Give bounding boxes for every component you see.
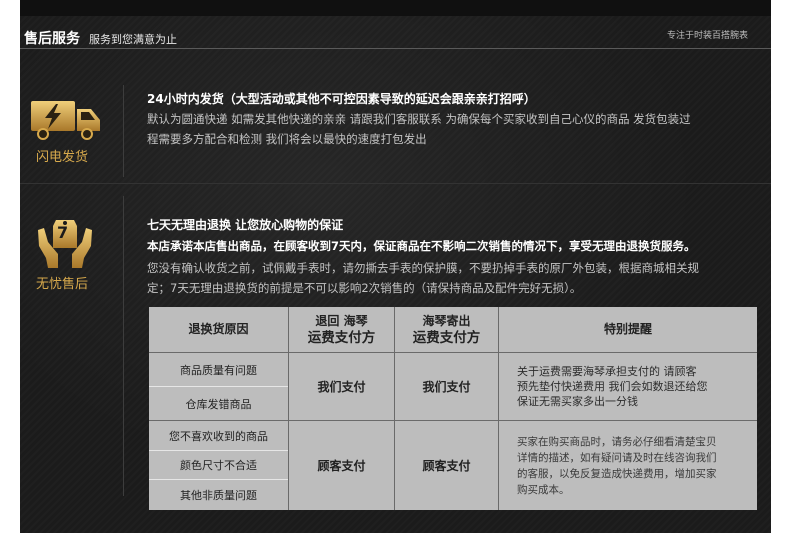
section2-divider: [123, 196, 124, 496]
group2-note-text: 买家在购买商品时，请务必仔细看清楚宝贝 详情的描述，如有疑问请及时在线咨询我们 …: [517, 434, 717, 498]
header-return-payer-top: 退回 海琴: [315, 313, 368, 328]
group2-note-line: 买家在购买商品时，请务必仔细看清楚宝贝: [517, 435, 717, 448]
group2-send-payer: 顾客支付: [395, 421, 499, 510]
group1-note-line: 预先垫付快递费用 我们会如数退还给您: [517, 380, 708, 393]
reason-non-quality-text: 其他非质量问题: [180, 489, 257, 502]
reason-non-quality: 其他非质量问题: [149, 480, 289, 510]
group1-note: 关于运费需要海琴承担支付的 请顾客 预先垫付快递费用 我们会如数退还给您 保证无…: [499, 353, 757, 421]
header-send-payer: 海琴寄出 运费支付方: [395, 307, 499, 353]
section-subtitle: 服务到您满意为止: [89, 33, 177, 46]
delivery-truck-icon: [29, 99, 103, 141]
header-send-payer-bottom: 运费支付方: [412, 329, 481, 346]
row-separator: [149, 479, 288, 480]
group2-note: 买家在购买商品时，请务必仔细看清楚宝贝 详情的描述，如有疑问请及时在线咨询我们 …: [499, 421, 757, 510]
reason-dislike-item-text: 您不喜欢收到的商品: [169, 429, 268, 443]
reason-quality-issue: 商品质量有问题: [149, 353, 289, 387]
group1-note-text: 关于运费需要海琴承担支付的 请顾客 预先垫付快递费用 我们会如数退还给您 保证无…: [517, 364, 708, 409]
reason-wrong-item: 仓库发错商品: [149, 387, 289, 421]
header-send-payer-top: 海琴寄出: [422, 313, 471, 328]
return-policy-table: 退换货原因 退回 海琴 运费支付方 海琴寄出 运费支付方 特别提醒 商品质量有问…: [149, 307, 757, 510]
group2-return-payer: 顾客支付: [289, 421, 395, 510]
reason-dislike-item: 您不喜欢收到的商品: [149, 421, 289, 451]
brand-tagline: 专注于时装百搭腕表: [666, 31, 748, 41]
section-separator: [20, 183, 771, 184]
delivery-text-line1: 默认为圆通快递 如需发其他快递的亲亲 请跟我们客服联系 为确保每个买家收到自己心…: [147, 112, 691, 126]
group1-send-payer: 我们支付: [395, 353, 499, 421]
reason-wrong-item-text: 仓库发错商品: [185, 397, 252, 411]
return-heading: 七天无理由退换 让您放心购物的保证: [147, 218, 344, 232]
worry-free-label: 无忧售后: [36, 277, 89, 292]
reason-size-color: 颜色尺寸不合适: [149, 451, 289, 480]
group1-return-payer-text: 我们支付: [317, 380, 366, 394]
fast-delivery-label: 闪电发货: [36, 150, 89, 165]
header-reason: 退换货原因: [149, 307, 289, 353]
group2-return-payer-text: 顾客支付: [317, 459, 366, 473]
delivery-text-line2: 程需要多方配合和检测 我们将会以最快的速度打包发出: [147, 132, 427, 146]
header-note: 特别提醒: [499, 307, 757, 353]
group1-note-line: 保证无需买家多出一分钱: [517, 395, 638, 408]
reason-size-color-text: 颜色尺寸不合适: [180, 459, 257, 472]
row-separator: [149, 450, 288, 451]
return-text-line2: 您没有确认收货之前，试佩戴手表时，请勿撕去手表的保护膜，不要扔掉手表的原厂外包装…: [147, 261, 699, 275]
reason-quality-issue-text: 商品质量有问题: [180, 363, 257, 377]
return-text-line3: 定；7天无理由退换货的前提是不可以影响2次销售的（请保持商品及配件完好无损）。: [147, 281, 582, 295]
delivery-heading: 24小时内发货（大型活动或其他不可控因素导致的延迟会跟亲亲打招呼）: [147, 92, 536, 106]
header-divider: [20, 48, 771, 49]
seven-day-badge: 7: [57, 223, 69, 242]
header-note-text: 特别提醒: [603, 322, 652, 336]
group2-send-payer-text: 顾客支付: [422, 459, 471, 473]
section1-divider: [123, 85, 124, 177]
section-title: 售后服务: [24, 31, 80, 47]
return-promise-text: 本店承诺本店售出商品，在顾客收到7天内，保证商品在不影响二次销售的情况下，享受无…: [147, 239, 696, 253]
group2-note-line: 购买成本。: [517, 483, 570, 496]
group2-note-line: 详情的描述，如有疑问请及时在线咨询我们: [517, 451, 717, 464]
group2-note-line: 的客服，以免反复造成快递费用，增加买家: [517, 467, 717, 480]
header-reason-text: 退换货原因: [188, 322, 249, 336]
row-separator: [149, 386, 288, 387]
top-bar: [20, 0, 771, 16]
header-return-payer-bottom: 运费支付方: [307, 329, 376, 346]
group1-send-payer-text: 我们支付: [422, 380, 471, 394]
group1-return-payer: 我们支付: [289, 353, 395, 421]
header-return-payer: 退回 海琴 运费支付方: [289, 307, 395, 353]
group1-note-line: 关于运费需要海琴承担支付的 请顾客: [517, 365, 697, 378]
